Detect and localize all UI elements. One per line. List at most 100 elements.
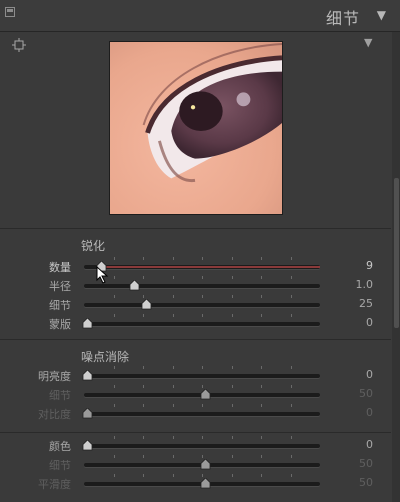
slider-tick [261, 455, 262, 458]
scrollbar-thumb[interactable] [394, 178, 399, 328]
slider-tick [143, 436, 144, 439]
slider-row[interactable]: 颜色 0 [0, 436, 391, 455]
noise-reduction-title: 噪点消除 [81, 350, 130, 364]
slider-value[interactable]: 50 [359, 457, 373, 470]
panel-header[interactable]: 细节 ▼ [0, 0, 400, 32]
slider-tick [261, 404, 262, 407]
slider-value[interactable]: 0 [366, 316, 373, 329]
slider-thumb[interactable] [200, 458, 211, 470]
slider-tick [172, 436, 174, 439]
mouse-pointer-icon [96, 266, 109, 284]
slider-tick [261, 436, 262, 439]
slider-tick [290, 385, 292, 388]
slider-tick [113, 257, 115, 260]
slider-label: 颜色 [49, 440, 71, 453]
slider-value[interactable]: 50 [359, 476, 373, 489]
slider-label: 平滑度 [38, 478, 71, 491]
slider-tick [261, 385, 262, 388]
slider-tick [290, 455, 292, 458]
panel-title: 细节 [325, 9, 360, 28]
slider-tick [231, 276, 233, 279]
slider-tick [261, 474, 262, 477]
slider-tick [202, 314, 203, 317]
slider-value[interactable]: 0 [366, 368, 373, 381]
slider-row[interactable]: 数量 9 [0, 257, 391, 276]
slider-ticks [84, 314, 320, 318]
detail-preview-image[interactable] [109, 41, 283, 215]
slider-value[interactable]: 0 [366, 438, 373, 451]
slider-tick [113, 314, 115, 317]
slider-track[interactable] [84, 374, 320, 378]
crosshair-target-icon[interactable] [12, 38, 26, 52]
slider-track[interactable] [84, 412, 320, 416]
slider-track[interactable] [84, 284, 320, 288]
slider-tick [172, 404, 174, 407]
slider-label: 对比度 [38, 408, 71, 421]
slider-tick [290, 404, 292, 407]
slider-tick [290, 436, 292, 439]
slider-thumb[interactable] [82, 439, 93, 451]
slider-row[interactable]: 细节 25 [0, 295, 391, 314]
sharpening-title: 锐化 [81, 239, 106, 253]
slider-tick [202, 474, 203, 477]
slider-thumb[interactable] [141, 298, 152, 310]
slider-tick [143, 385, 144, 388]
slider-value[interactable]: 25 [359, 297, 373, 310]
slider-row[interactable]: 平滑度 50 [0, 474, 391, 493]
slider-tick [172, 295, 174, 298]
slider-tick [202, 257, 203, 260]
slider-ticks [84, 257, 320, 261]
triangle-down-icon[interactable]: ▼ [377, 8, 386, 22]
slider-value[interactable]: 0 [366, 406, 373, 419]
slider-tick [202, 455, 203, 458]
slider-tick [202, 295, 203, 298]
slider-tick [172, 474, 174, 477]
slider-tick [231, 455, 233, 458]
slider-tick [113, 474, 115, 477]
slider-row[interactable]: 对比度 0 [0, 404, 391, 423]
slider-thumb[interactable] [200, 477, 211, 489]
slider-track[interactable] [84, 303, 320, 307]
slider-thumb[interactable] [82, 369, 93, 381]
slider-tick [113, 276, 115, 279]
slider-label: 细节 [49, 389, 71, 402]
slider-track[interactable] [84, 265, 320, 269]
slider-tick [113, 366, 115, 369]
slider-tick [172, 276, 174, 279]
slider-tick [113, 295, 115, 298]
triangle-down-icon[interactable]: ▼ [364, 36, 372, 49]
slider-tick [172, 455, 174, 458]
slider-tick [143, 295, 144, 298]
slider-value[interactable]: 9 [366, 259, 373, 272]
slider-row[interactable]: 明亮度 0 [0, 366, 391, 385]
slider-row[interactable]: 蒙版 0 [0, 314, 391, 333]
slider-ticks [84, 404, 320, 408]
color-noise-section: 颜色 0 细节 50 平滑度 50 [0, 433, 391, 502]
slider-row[interactable]: 半径 1.0 [0, 276, 391, 295]
noise-reduction-section: 噪点消除 明亮度 0 细节 50 对比度 0 [0, 340, 391, 433]
slider-row[interactable]: 细节 50 [0, 455, 391, 474]
slider-tick [290, 474, 292, 477]
slider-track[interactable] [84, 322, 320, 326]
slider-tick [290, 366, 292, 369]
slider-thumb[interactable] [200, 388, 211, 400]
slider-tick [290, 276, 292, 279]
slider-tick [172, 385, 174, 388]
slider-value[interactable]: 50 [359, 387, 373, 400]
slider-tick [290, 314, 292, 317]
slider-row[interactable]: 细节 50 [0, 385, 391, 404]
panel-solo-toggle[interactable] [5, 7, 15, 17]
slider-tick [202, 366, 203, 369]
slider-thumb[interactable] [129, 279, 140, 291]
slider-tick [143, 455, 144, 458]
slider-tick [113, 436, 115, 439]
slider-tick [261, 276, 262, 279]
slider-thumb[interactable] [82, 407, 93, 419]
slider-highlight [104, 266, 320, 268]
slider-tick [172, 257, 174, 260]
slider-thumb[interactable] [82, 317, 93, 329]
slider-track[interactable] [84, 444, 320, 448]
slider-label: 明亮度 [38, 370, 71, 383]
sharpening-section: 锐化 数量 9 半径 1.0 细节 25 蒙版 0 [0, 229, 391, 340]
slider-value[interactable]: 1.0 [356, 278, 374, 291]
